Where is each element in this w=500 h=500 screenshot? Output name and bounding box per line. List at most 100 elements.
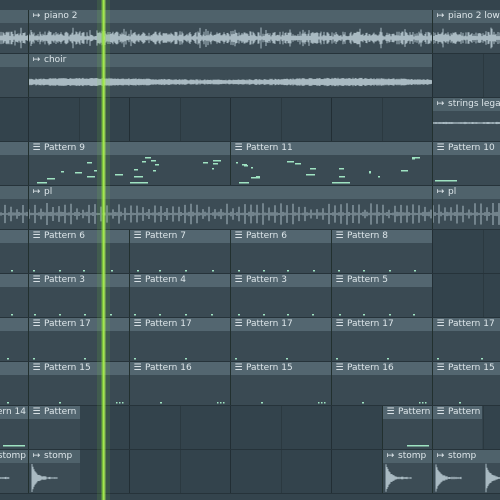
audio-clip[interactable]: ↦ stomp xyxy=(382,450,432,493)
audio-clip-icon[interactable]: ↦ xyxy=(435,451,446,462)
clip-header[interactable]: ☰ Pattern 3 xyxy=(231,274,331,287)
pattern-clip[interactable]: ☰ Pattern 17 xyxy=(28,318,129,361)
clip-header[interactable]: ↦ choir xyxy=(29,54,432,67)
track-row[interactable]: ☰ Pattern 9 ☰ Pattern 11 ☰ Pattern 10 xyxy=(0,142,500,186)
audio-clip[interactable] xyxy=(0,186,28,229)
audio-clip-icon[interactable]: ↦ xyxy=(31,55,42,66)
audio-clip-icon[interactable]: ↦ xyxy=(435,187,446,198)
pattern-clip[interactable]: ☰ Pattern 11 xyxy=(230,142,432,185)
clip-header[interactable]: ☰ Pattern 10 xyxy=(433,142,500,155)
pattern-clip-icon[interactable]: ☰ xyxy=(31,319,42,330)
audio-clip[interactable]: ↦ stomp xyxy=(28,450,80,493)
track-row[interactable]: ↦ pl ↦ pl xyxy=(0,186,500,230)
pattern-clip-icon[interactable]: ☰ xyxy=(233,363,244,374)
clip-header[interactable]: ☰ Pattern 16 xyxy=(332,362,432,375)
pattern-clip-icon[interactable]: ☰ xyxy=(132,363,143,374)
pattern-clip-icon[interactable]: ☰ xyxy=(334,319,345,330)
pattern-clip-icon[interactable]: ☰ xyxy=(31,363,42,374)
track-row[interactable]: ↦ choir xyxy=(0,54,500,98)
pattern-clip-icon[interactable]: ☰ xyxy=(334,275,345,286)
audio-clip-icon[interactable]: ↦ xyxy=(31,11,42,22)
pattern-clip[interactable] xyxy=(0,274,28,317)
audio-clip-icon[interactable]: ↦ xyxy=(385,451,396,462)
clip-header[interactable]: ☰ Pattern 8 xyxy=(332,230,432,243)
audio-clip[interactable]: ↦ piano 2 xyxy=(28,10,432,53)
clip-header[interactable]: ↦ piano 2 low xyxy=(433,10,500,23)
clip-header[interactable]: ☰ Pattern 17 xyxy=(332,318,432,331)
audio-clip[interactable] xyxy=(0,10,28,53)
audio-clip[interactable] xyxy=(0,54,28,97)
clip-header[interactable]: ☰ Pattern 16 xyxy=(130,362,230,375)
clip-header[interactable]: ☰ Pattern 15 xyxy=(231,362,331,375)
pattern-clip[interactable]: ☰ Pattern 6 xyxy=(28,230,129,273)
clip-header[interactable]: ↦ pl xyxy=(433,186,500,199)
pattern-clip-icon[interactable]: ☰ xyxy=(31,143,42,154)
pattern-clip[interactable]: ☰ Pattern 3 xyxy=(230,274,331,317)
pattern-clip-icon[interactable]: ☰ xyxy=(233,319,244,330)
track-row[interactable]: ☰ Pattern 3 ☰ Pattern 4 ☰ Pattern 3 ☰ Pattern 5 xyxy=(0,274,500,318)
audio-clip[interactable]: ↦ stomp xyxy=(432,450,500,493)
clip-header[interactable]: ☰ Pattern 17 xyxy=(433,318,500,331)
clip-header[interactable] xyxy=(0,186,28,199)
pattern-clip[interactable]: ☰ Pattern 15 xyxy=(28,362,129,405)
clip-header[interactable] xyxy=(0,318,28,331)
playlist-arrangement[interactable]: ↦piano 2↦piano 2 low↦choir↦strings legat… xyxy=(0,0,500,500)
clip-header[interactable] xyxy=(0,230,28,243)
pattern-clip[interactable]: ☰ Pattern 5 xyxy=(331,274,432,317)
pattern-clip-icon[interactable]: ☰ xyxy=(132,231,143,242)
pattern-clip[interactable]: ☰ Pattern 15 xyxy=(432,362,500,405)
clip-header[interactable] xyxy=(0,274,28,287)
clip-header[interactable] xyxy=(0,54,28,67)
pattern-clip-icon[interactable]: ☰ xyxy=(435,143,446,154)
pattern-clip-icon[interactable]: ☰ xyxy=(435,319,446,330)
track-row[interactable]: ☰Pattern 14☰Pattern 13☰Pattern 14☰Patter… xyxy=(0,406,500,450)
clip-header[interactable]: ☰Pattern 14 xyxy=(383,406,432,419)
audio-clip[interactable]: ↦ pl xyxy=(28,186,432,229)
clip-header[interactable]: ↦ pl xyxy=(29,186,432,199)
clip-header[interactable]: ☰ Pattern 17 xyxy=(231,318,331,331)
pattern-clip-icon[interactable]: ☰ xyxy=(31,275,42,286)
pattern-clip-icon[interactable]: ☰ xyxy=(385,407,396,418)
pattern-clip[interactable]: ☰ Pattern 15 xyxy=(230,362,331,405)
clip-header[interactable]: ↦strings legato xyxy=(433,98,500,111)
pattern-clip[interactable]: ☰ Pattern 4 xyxy=(129,274,230,317)
audio-clip-icon[interactable]: ↦ xyxy=(435,11,446,22)
clip-header[interactable]: ↦ stomp xyxy=(383,450,432,463)
pattern-clip[interactable]: ☰ Pattern 17 xyxy=(230,318,331,361)
clip-header[interactable]: ☰ Pattern 5 xyxy=(332,274,432,287)
pattern-clip[interactable]: ☰Pattern 13 xyxy=(28,406,80,449)
clip-header[interactable]: ☰ Pattern 3 xyxy=(29,274,129,287)
track-row[interactable]: ☰ Pattern 15 ☰ Pattern 16 ☰ Pattern 15 ☰ Patter… xyxy=(0,362,500,406)
clip-header[interactable]: ☰ Pattern 9 xyxy=(29,142,230,155)
audio-clip-icon[interactable]: ↦ xyxy=(435,99,446,110)
pattern-clip-icon[interactable]: ☰ xyxy=(435,363,446,374)
track-row[interactable]: ↦strings legato xyxy=(0,98,500,142)
pattern-clip[interactable]: ☰ Pattern 17 xyxy=(331,318,432,361)
clip-header[interactable]: ☰ Pattern 15 xyxy=(29,362,129,375)
track-row[interactable]: ☰ Pattern 6 ☰ Pattern 7 ☰ Pattern 6 ☰ Pattern 8 xyxy=(0,230,500,274)
pattern-clip[interactable]: ☰Pattern 14 xyxy=(382,406,432,449)
pattern-clip[interactable]: ☰Pattern 13 xyxy=(432,406,482,449)
audio-clip[interactable]: ↦ choir xyxy=(28,54,432,97)
pattern-clip[interactable]: ☰ Pattern 17 xyxy=(129,318,230,361)
pattern-clip-icon[interactable]: ☰ xyxy=(233,143,244,154)
pattern-clip[interactable] xyxy=(0,142,28,185)
pattern-clip[interactable]: ☰ Pattern 7 xyxy=(129,230,230,273)
clip-header[interactable] xyxy=(0,142,28,155)
track-row[interactable]: ↦ piano 2 ↦ piano 2 low xyxy=(0,10,500,54)
pattern-clip[interactable] xyxy=(0,230,28,273)
clip-header[interactable] xyxy=(0,10,28,23)
track-row[interactable]: stomp ↦ stomp ↦ stomp ↦ stomp xyxy=(0,450,500,494)
pattern-clip-icon[interactable]: ☰ xyxy=(334,363,345,374)
clip-header[interactable]: ☰Pattern 13 xyxy=(433,406,482,419)
clip-header[interactable]: ↦ piano 2 xyxy=(29,10,432,23)
audio-clip[interactable]: ↦ piano 2 low xyxy=(432,10,500,53)
pattern-clip[interactable]: ☰ Pattern 10 xyxy=(432,142,500,185)
clip-header[interactable]: ☰ Pattern 4 xyxy=(130,274,230,287)
clip-header[interactable]: ☰ Pattern 17 xyxy=(130,318,230,331)
pattern-clip-icon[interactable]: ☰ xyxy=(132,275,143,286)
pattern-clip-icon[interactable]: ☰ xyxy=(435,407,446,418)
clip-header[interactable]: ↦ stomp xyxy=(29,450,80,463)
audio-clip-icon[interactable]: ↦ xyxy=(31,187,42,198)
pattern-clip-icon[interactable]: ☰ xyxy=(334,231,345,242)
